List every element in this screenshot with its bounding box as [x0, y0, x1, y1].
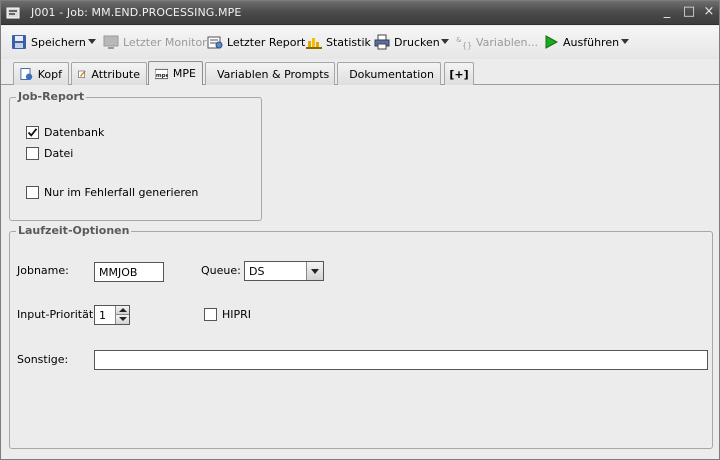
priority-label: Input-Priorität: — [17, 308, 97, 321]
monitor-icon — [103, 35, 119, 49]
minimize-button[interactable]: _ — [659, 5, 675, 21]
tab-kopf-label: Kopf — [37, 67, 62, 81]
svg-text:mpe: mpe — [156, 72, 168, 78]
save-button[interactable]: Speichern — [11, 32, 86, 52]
database-checkbox-row[interactable]: Datenbank — [26, 126, 104, 139]
jobname-input[interactable] — [94, 262, 164, 282]
variables-icon: & {} — [456, 36, 472, 50]
database-checkbox[interactable] — [26, 126, 39, 139]
execute-button[interactable]: Ausführen — [543, 32, 619, 52]
svg-text:{}: {} — [462, 41, 472, 50]
tab-attribute[interactable]: Attribute — [71, 62, 147, 85]
play-icon — [545, 35, 559, 49]
last-monitor-label: Letzter Monitor — [123, 35, 207, 49]
priority-spinner[interactable]: 1 — [94, 305, 130, 325]
jobname-label: Jobname: — [17, 264, 69, 277]
job-editor-window: J001 - Job: MM.END.PROCESSING.MPE _ □ × … — [0, 0, 720, 460]
tab-variables-prompts[interactable]: Variablen & Prompts — [205, 62, 335, 85]
last-report-label: Letzter Report — [227, 35, 306, 49]
save-icon — [12, 35, 26, 49]
print-label: Drucken — [394, 35, 440, 49]
tab-attribute-label: Attribute — [91, 67, 140, 81]
tab-add[interactable]: [+] — [444, 62, 474, 85]
tab-mpe[interactable]: mpe MPE — [148, 61, 203, 85]
save-label: Speichern — [31, 35, 86, 49]
statistics-button[interactable]: Statistik — [306, 32, 371, 52]
add-tab-icon: [+] — [449, 67, 469, 81]
window-app-icon — [6, 7, 20, 19]
runtime-options-title: Laufzeit-Optionen — [16, 224, 132, 237]
tab-documentation-label: Dokumentation — [349, 67, 434, 81]
queue-value: DS — [249, 265, 265, 278]
database-label: Datenbank — [44, 126, 105, 139]
tab-mpe-label: MPE — [172, 67, 196, 80]
other-input[interactable] — [94, 350, 708, 370]
spinner-up-icon[interactable] — [115, 306, 129, 315]
other-label: Sonstige: — [17, 353, 69, 366]
on-error-checkbox-row[interactable]: Nur im Fehlerfall generieren — [26, 186, 198, 199]
mpe-icon: mpe — [155, 68, 168, 79]
last-report-button[interactable]: Letzter Report — [207, 32, 305, 52]
print-button[interactable]: Drucken — [374, 32, 440, 52]
queue-select[interactable]: DS — [244, 261, 324, 281]
variables-label: Variablen... — [476, 35, 538, 49]
variables-button[interactable]: & {} Variablen... — [456, 32, 538, 52]
tab-kopf[interactable]: Kopf — [13, 62, 69, 85]
statistics-label: Statistik — [326, 35, 371, 49]
chevron-down-icon[interactable] — [306, 262, 323, 280]
priority-value: 1 — [99, 309, 106, 322]
spinner-down-icon[interactable] — [115, 315, 129, 324]
on-error-label: Nur im Fehlerfall generieren — [44, 186, 199, 199]
file-checkbox-row[interactable]: Datei — [26, 147, 73, 160]
tab-variables-prompts-label: Variablen & Prompts — [217, 67, 330, 81]
tab-bar: Kopf Attribute mpe MPE Variablen & Promp… — [1, 59, 719, 85]
last-monitor-button[interactable]: Letzter Monitor — [103, 32, 207, 52]
hipri-checkbox-row[interactable]: HIPRI — [204, 308, 251, 321]
execute-label: Ausführen — [563, 35, 620, 49]
runtime-options-group: Laufzeit-Optionen Jobname: Queue: DS Inp… — [9, 224, 713, 449]
hipri-label: HIPRI — [222, 308, 252, 321]
execute-dropdown-arrow[interactable] — [621, 39, 629, 44]
queue-label: Queue: — [201, 264, 241, 277]
title-bar[interactable]: J001 - Job: MM.END.PROCESSING.MPE _ □ × — [1, 1, 719, 25]
attributes-icon — [78, 70, 86, 78]
statistics-icon — [306, 38, 322, 49]
toolbar: Speichern Letzter Monitor Letzter Report — [1, 26, 719, 59]
header-icon — [20, 68, 33, 80]
on-error-checkbox[interactable] — [26, 186, 39, 199]
hipri-checkbox[interactable] — [204, 308, 217, 321]
file-checkbox[interactable] — [26, 147, 39, 160]
maximize-button[interactable]: □ — [681, 5, 697, 21]
close-button[interactable]: × — [701, 5, 717, 21]
checkmark-icon — [27, 128, 38, 137]
report-icon — [207, 36, 223, 49]
job-report-title: Job-Report — [16, 90, 87, 103]
file-label: Datei — [44, 147, 74, 160]
save-dropdown-arrow[interactable] — [88, 39, 96, 44]
window-title: J001 - Job: MM.END.PROCESSING.MPE — [31, 6, 242, 19]
printer-icon — [374, 34, 390, 50]
tab-documentation[interactable]: Dokumentation — [337, 62, 441, 85]
job-report-group: Job-Report Datenbank Datei Nur im Fehler… — [9, 90, 262, 221]
print-dropdown-arrow[interactable] — [441, 39, 449, 44]
